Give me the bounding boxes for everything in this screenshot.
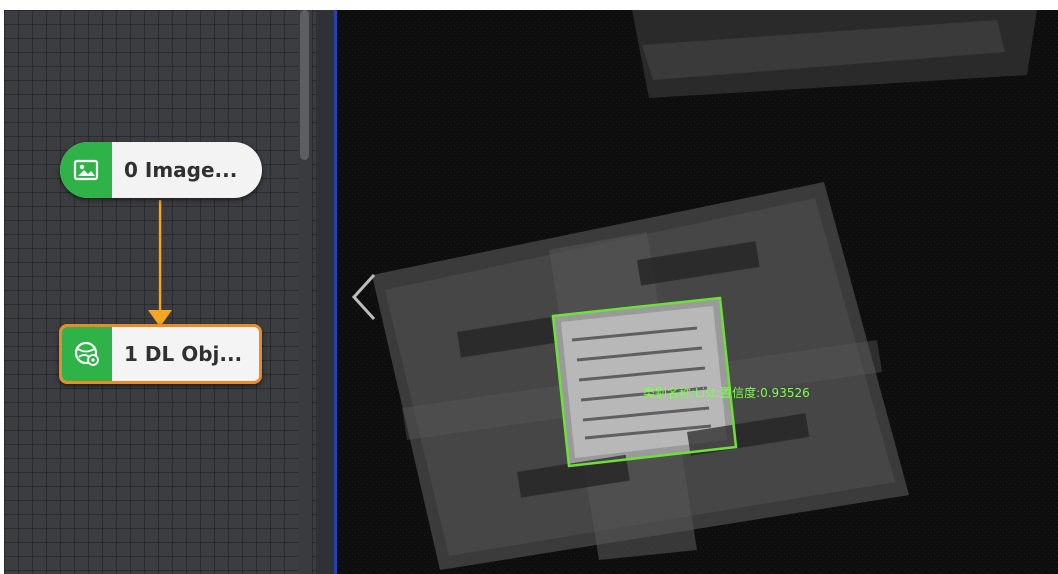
flow-node-label: 0 Image... [124,158,238,182]
flow-connector [148,200,172,327]
dl-object-icon [62,327,112,381]
camera-image [337,10,1058,574]
detection-result-label: 类别名称:List;置信度:0.93526 [643,386,810,400]
flow-node-image-source[interactable]: 0 Image... [60,142,262,198]
image-icon [60,142,112,198]
image-viewer[interactable] [337,10,1058,574]
flow-node-label: 1 DL Obj... [124,342,243,366]
chevron-left-icon[interactable] [350,272,380,322]
panel-splitter[interactable] [316,10,336,574]
flow-node-dl-object-detection[interactable]: 1 DL Obj... [59,324,262,384]
